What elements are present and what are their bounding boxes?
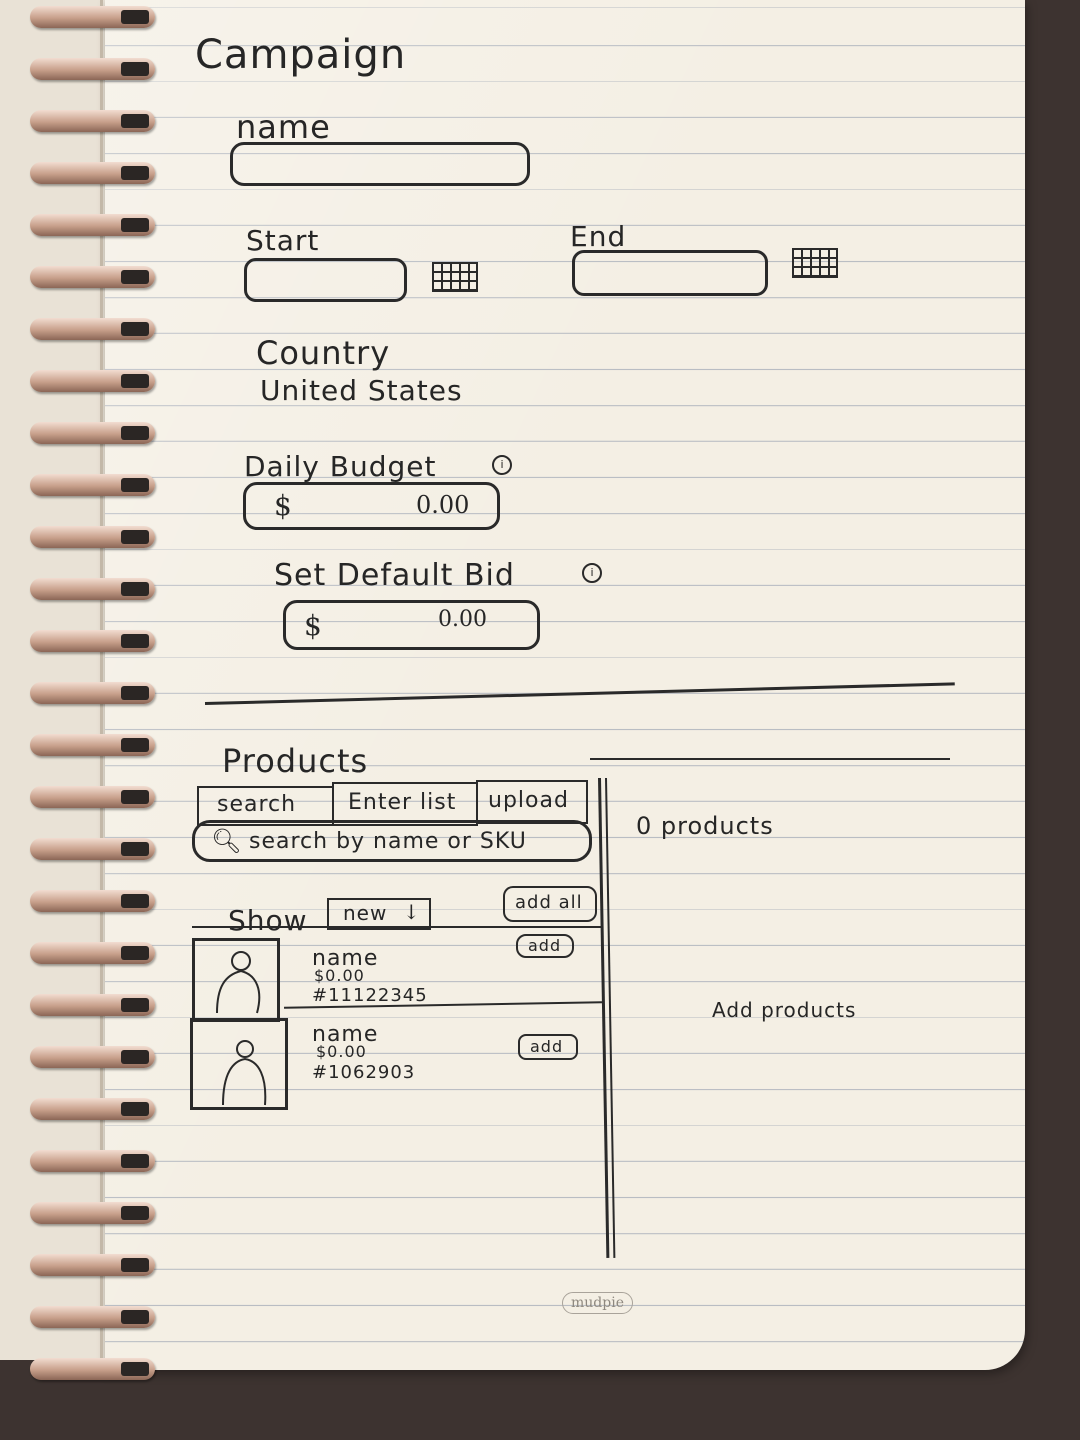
product-1-add-button[interactable]: add [516,934,574,958]
product-1-add-label: add [528,936,562,955]
default-bid-input[interactable]: $ 0.00 [283,600,540,650]
tab-enter-list-label: Enter list [348,790,457,815]
start-label: Start [246,224,320,257]
default-bid-currency: $ [304,609,322,642]
spiral-coil [30,110,155,132]
product-2-thumbnail [190,1018,288,1110]
product-search-input[interactable]: 🔍︎ search by name or SKU [192,820,592,862]
add-products-empty-state: Add products [712,998,857,1022]
product-2-add-label: add [530,1037,564,1056]
product-2-image-icon [222,1040,267,1106]
spiral-coil [30,162,155,184]
campaign-name-input[interactable] [230,142,530,186]
default-bid-label: Set Default Bid [274,558,515,593]
default-bid-info-icon[interactable]: i [582,563,602,583]
product-2-sku: #1062903 [312,1062,416,1083]
product-1-image-icon [216,951,261,1014]
spiral-coil [30,370,155,392]
daily-budget-currency: $ [274,489,292,522]
product-1-sku: #11122345 [312,985,428,1006]
spiral-coil [30,422,155,444]
product-2-price: $0.00 [316,1042,367,1061]
product-1-thumbnail [192,938,280,1022]
search-icon: 🔍︎ [211,827,242,855]
spiral-coil [30,578,155,600]
spiral-coil [30,890,155,912]
daily-budget-info-icon[interactable]: i [492,455,512,475]
spiral-coil [30,786,155,808]
products-top-rule [590,758,950,760]
end-label: End [570,220,627,253]
tab-upload[interactable]: upload [476,780,588,824]
start-calendar-icon[interactable] [432,262,478,292]
spiral-coil [30,1358,155,1380]
add-all-label: add all [515,892,583,913]
tab-search-label: search [217,792,297,817]
spiral-coil [30,630,155,652]
spiral-coil [30,474,155,496]
spiral-coil [30,1046,155,1068]
page-title: Campaign [195,32,407,78]
tab-upload-label: upload [488,788,569,813]
spiral-coil [30,942,155,964]
spiral-coil [30,6,155,28]
spiral-coil [30,734,155,756]
sort-value: new [343,901,388,925]
country-label: Country [256,334,391,372]
spiral-coil [30,682,155,704]
spiral-coil [30,994,155,1016]
daily-budget-input[interactable]: $ 0.00 [243,482,500,530]
spiral-coil [30,526,155,548]
default-bid-value: 0.00 [438,607,487,632]
product-2-add-button[interactable]: add [518,1034,578,1060]
spiral-coil [30,1202,155,1224]
spiral-coil [30,58,155,80]
add-all-button[interactable]: add all [503,886,597,922]
products-title: Products [222,742,369,780]
daily-budget-label: Daily Budget [244,450,437,483]
country-value[interactable]: United States [260,374,463,407]
daily-budget-value: 0.00 [416,491,470,519]
end-date-input[interactable] [572,250,768,296]
spiral-coil [30,318,155,340]
spiral-binding [30,0,160,1380]
end-calendar-icon[interactable] [792,248,838,278]
row-divider [192,926,602,928]
name-label: name [236,108,331,146]
spiral-coil [30,1254,155,1276]
chevron-down-icon: ↓ [403,900,420,924]
spiral-coil [30,266,155,288]
spiral-coil [30,1098,155,1120]
selected-products-count: 0 products [636,812,774,840]
notebook-brand-logo: mudpie [562,1292,633,1314]
show-label: Show [228,904,308,937]
product-1-price: $0.00 [314,966,365,985]
spiral-coil [30,838,155,860]
search-placeholder: search by name or SKU [249,829,527,854]
spiral-coil [30,1150,155,1172]
spiral-coil [30,214,155,236]
spiral-coil [30,1306,155,1328]
start-date-input[interactable] [244,258,407,302]
